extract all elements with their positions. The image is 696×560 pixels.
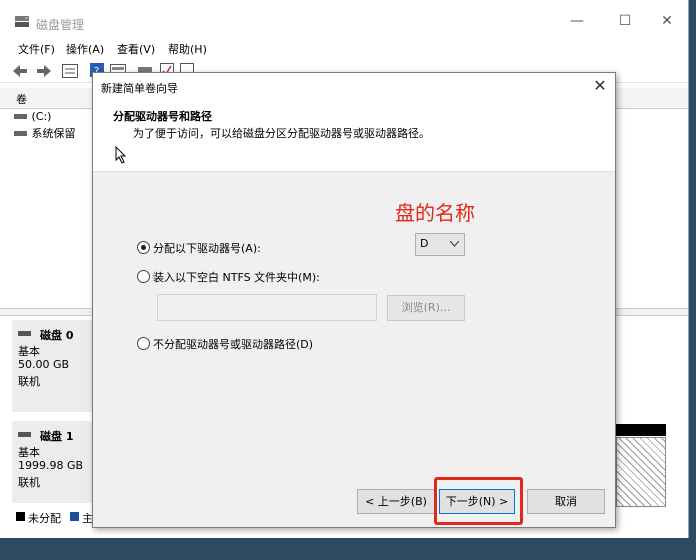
volume-name: 系统保留 xyxy=(31,127,76,140)
volume-row[interactable]: (C:) xyxy=(14,110,51,123)
menu-view[interactable]: 查看(V) xyxy=(117,41,155,57)
disk-management-icon xyxy=(15,16,29,27)
minimize-icon[interactable]: — xyxy=(562,10,592,32)
no-letter-label[interactable]: 不分配驱动器号或驱动器路径(D) xyxy=(153,336,313,352)
folder-path-input[interactable] xyxy=(157,294,377,321)
assign-letter-radio[interactable] xyxy=(137,241,150,254)
dialog-header: 新建简单卷向导 ✕ 分配驱动器号和路径 为了便于访问，可以给磁盘分区分配驱动器号… xyxy=(93,73,615,172)
browse-button[interactable]: 浏览(R)... xyxy=(387,295,465,321)
volume-row[interactable]: 系统保留 xyxy=(14,125,76,141)
annotation-label: 盘的名称 xyxy=(395,201,475,225)
unallocated-partition[interactable] xyxy=(616,437,666,507)
drive-letter-select[interactable]: D xyxy=(415,233,465,256)
menu-help[interactable]: 帮助(H) xyxy=(168,41,207,57)
volume-column-header[interactable]: 卷 xyxy=(16,91,27,107)
legend-unallocated-swatch xyxy=(16,512,25,521)
mount-folder-radio[interactable] xyxy=(137,270,150,283)
cancel-button[interactable]: 取消 xyxy=(527,489,605,514)
app-title: 磁盘管理 xyxy=(36,18,85,32)
close-icon[interactable]: ✕ xyxy=(652,10,682,32)
disk-size: 1999.98 GB xyxy=(18,459,84,472)
disk-type: 基本 xyxy=(18,446,40,459)
disk-1-header[interactable]: 磁盘 1 基本 1999.98 GB 联机 xyxy=(12,421,94,503)
chevron-down-icon xyxy=(450,241,459,247)
menu-file[interactable]: 文件(F) xyxy=(18,41,55,57)
disk-icon xyxy=(18,331,31,336)
disk-type: 基本 xyxy=(18,345,40,358)
drive-letter-value: D xyxy=(420,237,429,250)
no-letter-radio[interactable] xyxy=(137,337,150,350)
drive-icon xyxy=(14,131,27,136)
disk-status: 联机 xyxy=(18,476,40,489)
assign-letter-label[interactable]: 分配以下驱动器号(A): xyxy=(153,240,261,256)
dialog-title: 新建简单卷向导 xyxy=(101,82,178,95)
disk-name: 磁盘 1 xyxy=(40,430,74,443)
close-icon[interactable]: ✕ xyxy=(589,75,611,97)
title-bar: 磁盘管理 — ☐ ✕ xyxy=(0,0,688,36)
step-heading: 分配驱动器号和路径 xyxy=(113,110,212,123)
drive-icon xyxy=(14,114,27,119)
mouse-cursor-icon xyxy=(115,146,127,164)
menu-action[interactable]: 操作(A) xyxy=(66,41,104,57)
new-simple-volume-wizard: 新建简单卷向导 ✕ 分配驱动器号和路径 为了便于访问，可以给磁盘分区分配驱动器号… xyxy=(92,72,616,528)
legend-primary-swatch xyxy=(70,512,79,521)
list-view-icon[interactable] xyxy=(62,64,78,78)
unallocated-bar xyxy=(616,424,666,436)
step-description: 为了便于访问，可以给磁盘分区分配驱动器号或驱动器路径。 xyxy=(133,127,430,140)
back-button[interactable]: < 上一步(B) xyxy=(357,489,435,514)
disk-size: 50.00 GB xyxy=(18,358,70,371)
mount-folder-label[interactable]: 装入以下空白 NTFS 文件夹中(M): xyxy=(153,269,320,285)
disk-0-header[interactable]: 磁盘 0 基本 50.00 GB 联机 xyxy=(12,320,94,412)
maximize-icon[interactable]: ☐ xyxy=(610,10,640,32)
legend: 未分配 主 xyxy=(12,508,94,528)
disk-name: 磁盘 0 xyxy=(40,329,74,342)
disk-status: 联机 xyxy=(18,375,40,388)
volume-name: (C:) xyxy=(31,110,52,123)
disk-icon xyxy=(18,432,31,437)
next-button-highlight xyxy=(434,477,523,525)
legend-unallocated-label: 未分配 xyxy=(28,512,61,525)
back-forward-icons[interactable] xyxy=(12,64,52,78)
